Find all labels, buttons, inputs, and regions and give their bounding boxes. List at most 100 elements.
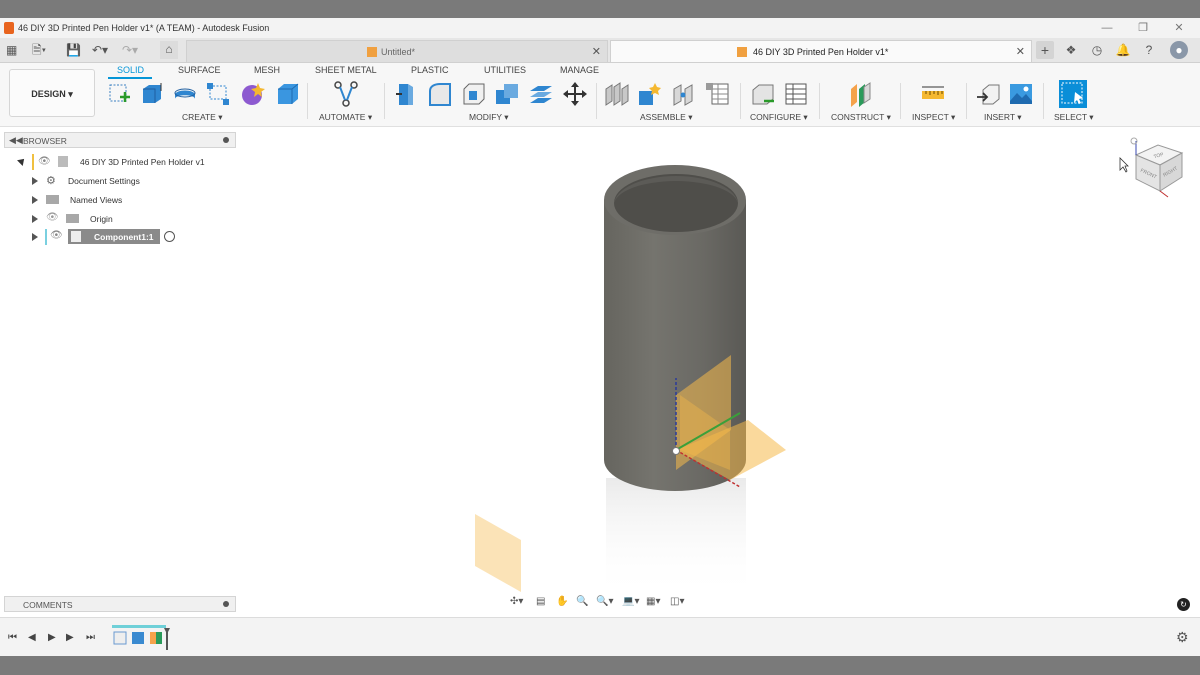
revolve-icon[interactable] <box>172 81 198 107</box>
origin-point[interactable] <box>672 447 680 455</box>
configuration-table-icon[interactable] <box>783 81 809 107</box>
new-tab-plus-icon[interactable]: + <box>1036 41 1054 59</box>
tab-solid[interactable]: SOLID <box>117 65 144 75</box>
tab-plastic[interactable]: PLASTIC <box>411 65 449 75</box>
tab-mesh[interactable]: MESH <box>254 65 280 75</box>
canvas-viewport[interactable]: TOP FRONT RIGHT ↻ <box>0 127 1200 617</box>
timeline-extrude-icon[interactable] <box>132 632 144 644</box>
home-icon[interactable]: ⌂ <box>160 41 178 59</box>
select-menu[interactable]: SELECT ▾ <box>1054 112 1094 123</box>
user-avatar[interactable]: ● <box>1170 41 1188 59</box>
sweep-icon[interactable] <box>205 81 231 107</box>
go-to-end-icon[interactable]: ⏭ <box>86 632 95 643</box>
collapse-browser-icon[interactable]: ◀◀ <box>9 135 23 146</box>
press-pull-icon[interactable] <box>393 81 419 107</box>
extrude-icon[interactable] <box>139 81 165 107</box>
as-built-joint-icon[interactable] <box>671 81 697 107</box>
orbit-icon[interactable]: ✣▾ <box>510 596 523 607</box>
expand-icon[interactable] <box>32 215 38 223</box>
measure-icon[interactable] <box>920 81 946 107</box>
modify-menu[interactable]: MODIFY ▾ <box>469 112 509 123</box>
joint-icon[interactable] <box>637 81 663 107</box>
look-at-icon[interactable]: ▤ <box>536 596 545 607</box>
browser-item-component[interactable]: 👁 Component1:1 <box>28 229 188 245</box>
expand-collapse-icon[interactable] <box>17 156 27 166</box>
visibility-eye-icon[interactable]: 👁 <box>38 156 51 167</box>
visibility-eye-icon[interactable]: 👁 <box>46 212 59 223</box>
help-icon[interactable]: ? <box>1140 41 1158 59</box>
timeline-settings-gear-icon[interactable]: ⚙ <box>1176 629 1189 646</box>
job-status-clock-icon[interactable]: ◷ <box>1088 41 1106 59</box>
grid-icon[interactable]: ▦▾ <box>646 596 660 607</box>
close-tab-icon[interactable]: ✕ <box>1016 41 1025 63</box>
pan-hand-icon[interactable]: ✋ <box>556 596 568 607</box>
zoom-icon[interactable]: 🔍 <box>576 596 588 607</box>
form-icon[interactable] <box>240 81 266 107</box>
browser-pin-icon[interactable] <box>223 137 229 143</box>
configure-design-icon[interactable] <box>750 81 776 107</box>
insert-derive-icon[interactable] <box>975 81 1001 107</box>
viewcube[interactable]: TOP FRONT RIGHT <box>1124 135 1190 205</box>
automate-icon[interactable] <box>333 81 359 107</box>
construct-menu[interactable]: CONSTRUCT ▾ <box>831 112 891 123</box>
timeline-marker[interactable] <box>164 628 170 650</box>
automate-menu[interactable]: AUTOMATE ▾ <box>319 112 372 123</box>
visibility-eye-icon[interactable]: 👁 <box>50 230 63 241</box>
display-settings-icon[interactable]: ↻ <box>1177 598 1190 611</box>
select-icon[interactable] <box>1058 79 1088 109</box>
expand-icon[interactable] <box>32 196 38 204</box>
display-mode-icon[interactable]: 💻▾ <box>622 596 639 607</box>
play-icon[interactable]: ▶ <box>48 632 56 643</box>
extensions-icon[interactable]: ❖ <box>1062 41 1080 59</box>
close-tab-icon[interactable]: ✕ <box>592 41 601 63</box>
undo-icon[interactable]: ↶▾ <box>92 42 108 58</box>
fillet-icon[interactable] <box>427 81 453 107</box>
close-window-icon[interactable]: ✕ <box>1164 20 1194 36</box>
data-panel-grid-icon[interactable]: ▦ <box>6 42 17 58</box>
workspace-switcher-button[interactable]: DESIGN ▾ <box>9 69 95 117</box>
offset-plane-icon[interactable] <box>847 81 873 107</box>
canvas-image-icon[interactable] <box>1008 81 1034 107</box>
shell-icon[interactable] <box>461 81 487 107</box>
combine-icon[interactable] <box>494 81 520 107</box>
move-copy-icon[interactable] <box>562 81 588 107</box>
comments-add-icon[interactable] <box>223 601 229 607</box>
create-sketch-icon[interactable] <box>106 81 132 107</box>
redo-icon[interactable]: ↷▾ <box>122 42 138 58</box>
create-menu[interactable]: CREATE ▾ <box>182 112 223 123</box>
browser-item-origin[interactable]: 👁 Origin <box>28 211 128 227</box>
file-menu-icon[interactable]: 🗎▾ <box>32 42 46 58</box>
tab-surface[interactable]: SURFACE <box>178 65 221 75</box>
browser-item-named-views[interactable]: Named Views <box>28 192 128 208</box>
bill-of-materials-icon[interactable] <box>704 81 730 107</box>
go-to-start-icon[interactable]: ⏮ <box>8 632 17 643</box>
timeline-sketch-icon[interactable] <box>113 631 127 645</box>
expand-icon[interactable] <box>32 233 38 241</box>
tab-untitled[interactable]: Untitled* ✕ <box>186 40 608 62</box>
browser-panel-header[interactable]: ◀◀ BROWSER <box>4 132 236 148</box>
comments-panel-header[interactable]: COMMENTS <box>4 596 236 612</box>
activate-radio-icon[interactable] <box>164 231 175 242</box>
timeline-plane-icon[interactable] <box>156 632 162 644</box>
assemble-menu[interactable]: ASSEMBLE ▾ <box>640 112 692 123</box>
save-icon[interactable]: 💾 <box>66 42 81 58</box>
construction-plane[interactable] <box>475 514 521 592</box>
insert-menu[interactable]: INSERT ▾ <box>984 112 1022 123</box>
tab-pen-holder[interactable]: 46 DIY 3D Printed Pen Holder v1* ✕ <box>610 40 1032 62</box>
step-back-icon[interactable]: ◀ <box>28 632 36 643</box>
tab-sheet-metal[interactable]: SHEET METAL <box>315 65 377 75</box>
browser-root-node[interactable]: 👁 46 DIY 3D Printed Pen Holder v1 <box>14 154 214 170</box>
restore-icon[interactable]: ❐ <box>1128 20 1158 36</box>
tab-utilities[interactable]: UTILITIES <box>484 65 526 75</box>
notifications-bell-icon[interactable]: 🔔 <box>1114 41 1132 59</box>
viewports-icon[interactable]: ◫▾ <box>670 596 684 607</box>
offset-face-icon[interactable] <box>528 81 554 107</box>
new-component-icon[interactable] <box>604 81 630 107</box>
timeline-plane-icon[interactable] <box>150 632 156 644</box>
configure-menu[interactable]: CONFIGURE ▾ <box>750 112 808 123</box>
box-icon[interactable] <box>275 81 301 107</box>
inspect-menu[interactable]: INSPECT ▾ <box>912 112 955 123</box>
browser-item-document-settings[interactable]: ⚙ Document Settings <box>28 173 148 189</box>
tab-manage[interactable]: MANAGE <box>560 65 599 75</box>
expand-icon[interactable] <box>32 177 38 185</box>
